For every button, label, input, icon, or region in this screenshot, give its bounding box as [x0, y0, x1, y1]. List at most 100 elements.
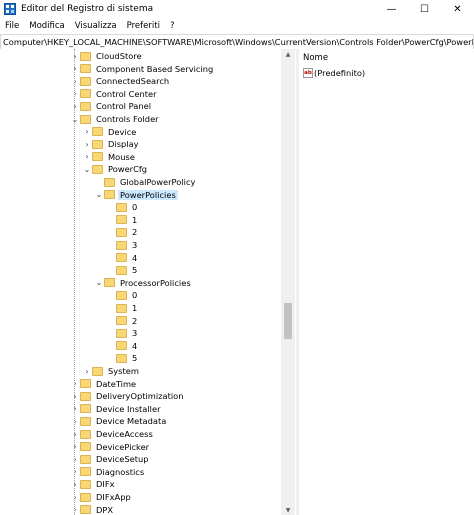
scroll-down-arrow-icon[interactable]: ▼ — [281, 505, 295, 515]
tree-node[interactable]: 1 — [106, 302, 139, 314]
expand-chevron-icon[interactable]: › — [82, 138, 92, 150]
tree-node[interactable]: › DevicePicker — [70, 441, 151, 453]
tree-node[interactable]: › Device Metadata — [70, 415, 168, 427]
expand-chevron-icon[interactable]: › — [82, 126, 92, 138]
expand-chevron-icon[interactable]: › — [70, 441, 80, 453]
expand-chevron-icon[interactable]: › — [82, 365, 92, 377]
expand-chevron-icon[interactable]: › — [70, 100, 80, 112]
scroll-up-arrow-icon[interactable]: ▲ — [281, 49, 295, 59]
tree-node[interactable]: 2 — [106, 315, 139, 327]
folder-icon — [116, 227, 127, 237]
tree-node[interactable]: 3 — [106, 327, 139, 339]
folder-icon — [116, 240, 127, 250]
tree-node[interactable]: › Component Based Servicing — [70, 63, 215, 75]
tree-node[interactable]: 4 — [106, 252, 139, 264]
tree-node[interactable]: ⌄ PowerPolicies — [94, 189, 178, 201]
tree-node[interactable]: › CloudStore — [70, 50, 144, 62]
tree-node[interactable]: 2 — [106, 226, 139, 238]
menu-item[interactable]: Preferiti — [122, 21, 165, 31]
folder-icon — [80, 114, 91, 124]
expand-chevron-icon[interactable]: › — [70, 453, 80, 465]
tree-node[interactable]: › DateTime — [70, 378, 138, 390]
menu-item[interactable]: ? — [165, 21, 180, 31]
tree-node[interactable]: GlobalPowerPolicy — [94, 176, 197, 188]
expand-chevron-icon[interactable]: › — [70, 491, 80, 503]
tree-node[interactable]: ⌄ ProcessorPolicies — [94, 277, 193, 289]
tree-node[interactable]: › DeliveryOptimization — [70, 390, 186, 402]
tree-node[interactable]: › Control Center — [70, 88, 159, 100]
collapse-chevron-icon[interactable]: ⌄ — [70, 113, 80, 125]
tree-node[interactable]: › Diagnostics — [70, 466, 146, 478]
expand-chevron-icon[interactable]: › — [82, 151, 92, 163]
tree-node[interactable]: ⌄ Controls Folder — [70, 113, 161, 125]
tree-node[interactable]: › DPX — [70, 504, 115, 515]
tree-node[interactable]: › Display — [82, 138, 141, 150]
tree-node-label: 3 — [132, 240, 138, 250]
expand-chevron-icon[interactable]: › — [70, 428, 80, 440]
tree-node[interactable]: 5 — [106, 264, 139, 276]
minimize-button[interactable]: — — [375, 0, 408, 18]
values-pane[interactable]: Nome ab (Predefinito) — [299, 49, 474, 515]
tree-node[interactable]: › Mouse — [82, 151, 137, 163]
tree-node[interactable]: › ConnectedSearch — [70, 75, 171, 87]
column-header-name[interactable]: Nome — [303, 53, 328, 63]
tree-node[interactable]: › Control Panel — [70, 100, 153, 112]
address-bar[interactable]: Computer\HKEY_LOCAL_MACHINE\SOFTWARE\Mic… — [0, 34, 474, 50]
tree-node[interactable]: 1 — [106, 214, 139, 226]
expand-chevron-icon[interactable]: › — [70, 390, 80, 402]
maximize-button[interactable]: ☐ — [408, 0, 441, 18]
folder-icon — [80, 64, 91, 74]
folder-icon — [92, 366, 103, 376]
tree-node[interactable]: 3 — [106, 239, 139, 251]
tree-scrollbar[interactable]: ▲ ▼ — [281, 49, 295, 515]
folder-icon — [116, 290, 127, 300]
tree-node[interactable]: 4 — [106, 340, 139, 352]
expand-chevron-icon[interactable]: › — [70, 50, 80, 62]
tree-node[interactable]: 5 — [106, 352, 139, 364]
expand-chevron-icon[interactable]: › — [70, 478, 80, 490]
tree-node-label: ConnectedSearch — [96, 76, 170, 87]
tree-node[interactable]: › Device — [82, 126, 138, 138]
menu-item[interactable]: Modifica — [24, 21, 70, 31]
tree-node[interactable]: 0 — [106, 289, 139, 301]
tree-node[interactable]: › DIFxApp — [70, 491, 133, 503]
expand-chevron-icon[interactable]: › — [70, 378, 80, 390]
expand-chevron-icon[interactable]: › — [70, 88, 80, 100]
expand-chevron-icon[interactable]: › — [70, 415, 80, 427]
key-tree-pane[interactable]: › CloudStore › Component Based Servicing › Co… — [0, 49, 295, 515]
menu-item[interactable]: Visualizza — [70, 21, 122, 31]
tree-node-label: 0 — [132, 202, 138, 213]
expand-chevron-icon[interactable]: › — [70, 466, 80, 478]
regedit-icon — [4, 3, 16, 15]
tree-node[interactable]: › System — [82, 365, 141, 377]
folder-icon — [104, 177, 115, 187]
collapse-chevron-icon[interactable]: ⌄ — [94, 189, 104, 201]
value-row[interactable]: ab (Predefinito) — [303, 68, 365, 78]
folder-icon — [104, 190, 115, 200]
folder-icon — [92, 139, 103, 149]
expand-chevron-icon[interactable]: › — [70, 75, 80, 87]
collapse-chevron-icon[interactable]: ⌄ — [94, 277, 104, 289]
tree-node-label: Diagnostics — [96, 466, 145, 477]
tree-node[interactable]: › DeviceAccess — [70, 428, 155, 440]
tree-node-label: 2 — [132, 315, 138, 326]
menu-item[interactable]: File — [0, 21, 24, 31]
collapse-chevron-icon[interactable]: ⌄ — [82, 163, 92, 175]
menu-bar: File Modifica Visualizza Preferiti? — [0, 19, 474, 33]
tree-node[interactable]: ⌄ PowerCfg — [82, 163, 149, 175]
expand-chevron-icon[interactable]: › — [70, 403, 80, 415]
address-path[interactable]: Computer\HKEY_LOCAL_MACHINE\SOFTWARE\Mic… — [1, 37, 473, 47]
close-button[interactable]: ✕ — [441, 0, 474, 18]
expand-chevron-icon[interactable]: › — [70, 504, 80, 515]
tree-node[interactable]: › Device Installer — [70, 403, 163, 415]
folder-icon — [80, 391, 91, 401]
expand-chevron-icon[interactable]: › — [70, 63, 80, 75]
tree-node-label: DevicePicker — [96, 441, 150, 452]
tree-node[interactable]: › DIFx — [70, 478, 117, 490]
scrollbar-thumb[interactable] — [284, 303, 292, 339]
tree-node[interactable]: 0 — [106, 201, 139, 213]
tree-node[interactable]: › DeviceSetup — [70, 453, 151, 465]
